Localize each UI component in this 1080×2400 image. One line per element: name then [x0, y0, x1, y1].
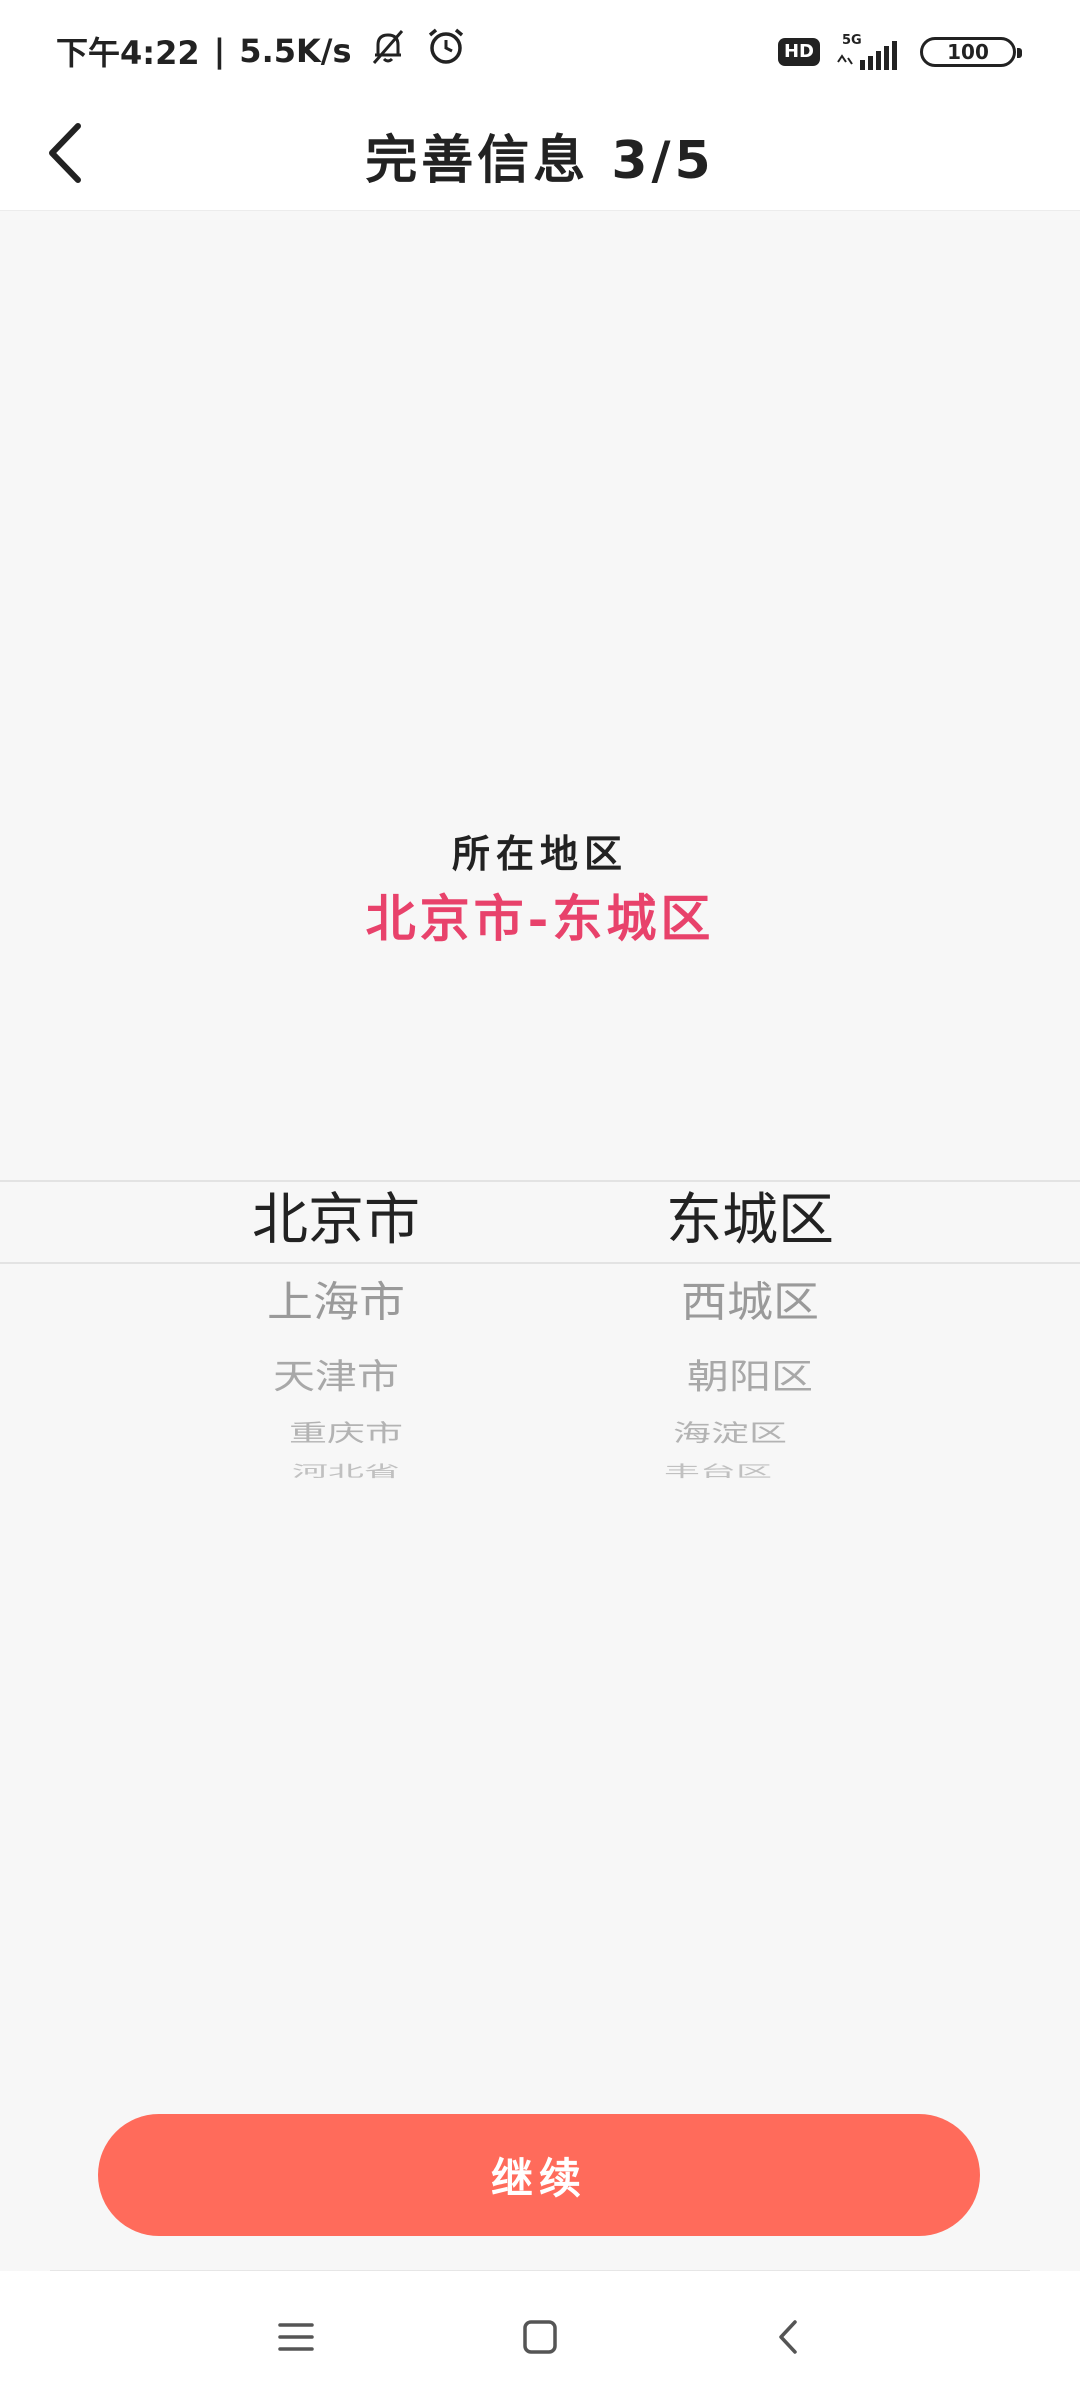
province-option[interactable]: 河北省	[136, 1463, 546, 1481]
signal-label: 5G	[842, 33, 862, 48]
menu-icon	[276, 2319, 316, 2359]
back-chevron-icon	[773, 2317, 803, 2361]
district-wheel[interactable]: 东城区 西城区 朝阳区 海淀区 丰台区	[540, 1180, 960, 1490]
header: 完善信息 3/5	[0, 100, 1080, 211]
district-option[interactable]: 丰台区	[540, 1463, 928, 1481]
status-network-speed: 5.5K/s	[239, 32, 352, 70]
hd-badge: HD	[777, 38, 820, 66]
district-option[interactable]: 海淀区	[540, 1419, 940, 1448]
province-option[interactable]: 天津市	[126, 1355, 546, 1399]
district-option[interactable]: 朝阳区	[540, 1355, 960, 1399]
system-nav-bar	[0, 2271, 1080, 2400]
nav-back-button[interactable]	[748, 2299, 828, 2379]
province-option[interactable]: 上海市	[126, 1274, 546, 1329]
region-picker[interactable]: 北京市 上海市 天津市 重庆市 河北省 东城区 西城区 朝阳区 海淀区 丰台区	[0, 1180, 1080, 1490]
nav-menu-button[interactable]	[256, 2299, 336, 2379]
status-bar: 下午4:22 | 5.5K/s HD 5G 100	[0, 0, 1080, 100]
status-right: HD 5G 100	[777, 30, 1022, 74]
district-option[interactable]: 西城区	[540, 1274, 960, 1329]
status-time: 下午4:22	[56, 34, 200, 72]
region-display: 所在地区 北京市-东城区	[0, 826, 1080, 956]
page-title: 完善信息 3/5	[365, 130, 715, 191]
battery-indicator: 100	[920, 37, 1022, 67]
alarm-icon	[424, 25, 468, 77]
province-wheel[interactable]: 北京市 上海市 天津市 重庆市 河北省	[126, 1180, 546, 1490]
status-left: 下午4:22 | 5.5K/s	[56, 26, 468, 76]
region-value: 北京市-东城区	[365, 889, 715, 948]
nav-home-button[interactable]	[500, 2299, 580, 2379]
home-square-icon	[520, 2317, 560, 2361]
district-option-selected[interactable]: 东城区	[540, 1186, 960, 1256]
status-separator: |	[213, 32, 226, 70]
signal-icon: 5G	[836, 32, 904, 72]
bell-off-icon	[366, 25, 410, 77]
region-label: 所在地区	[451, 831, 628, 876]
province-option[interactable]: 重庆市	[136, 1419, 546, 1448]
province-option-selected[interactable]: 北京市	[126, 1186, 546, 1256]
continue-button[interactable]: 继续	[98, 2114, 980, 2236]
battery-level: 100	[947, 40, 989, 64]
